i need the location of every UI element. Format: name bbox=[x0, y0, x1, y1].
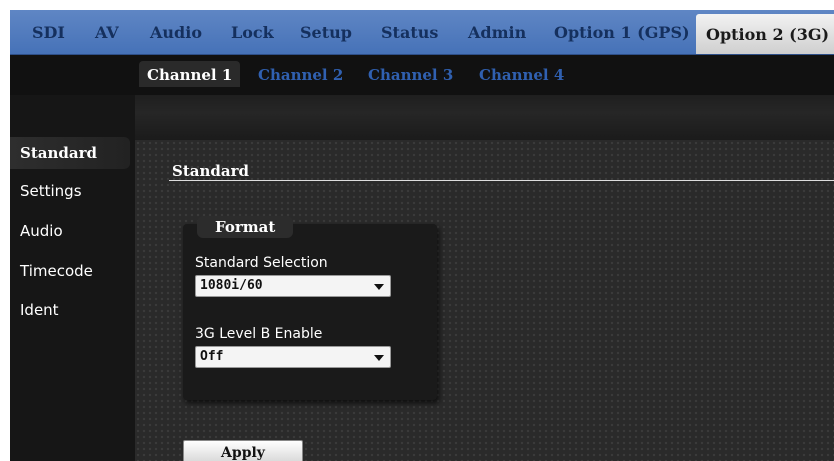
standard-selection-label: Standard Selection bbox=[195, 255, 328, 271]
tab-option-2-3g[interactable]: Option 2 (3G) bbox=[696, 14, 834, 54]
tab-sdi[interactable]: SDI bbox=[32, 10, 65, 54]
apply-button[interactable]: Apply bbox=[183, 440, 303, 461]
tab-channel-4[interactable]: Channel 4 bbox=[479, 61, 564, 87]
tab-audio[interactable]: Audio bbox=[150, 10, 202, 54]
sidebar-item-audio[interactable]: Audio bbox=[10, 215, 130, 247]
tab-channel-2[interactable]: Channel 2 bbox=[258, 61, 343, 87]
channel-nav: Channel 1 Channel 2 Channel 3 Channel 4 bbox=[10, 55, 834, 95]
dropdown-arrow-icon bbox=[374, 355, 384, 361]
tab-channel-3[interactable]: Channel 3 bbox=[368, 61, 453, 87]
sidebar-item-ident[interactable]: Ident bbox=[10, 294, 130, 326]
standard-selection-value: 1080i/60 bbox=[200, 278, 263, 293]
section-title: Standard bbox=[172, 162, 249, 180]
tab-lock[interactable]: Lock bbox=[231, 10, 274, 54]
tab-av[interactable]: AV bbox=[95, 10, 119, 54]
level-b-enable-value: Off bbox=[200, 349, 224, 364]
tab-setup[interactable]: Setup bbox=[300, 10, 352, 54]
format-group: Format Standard Selection 1080i/60 3G Le… bbox=[183, 216, 437, 400]
sidebar-item-standard[interactable]: Standard bbox=[10, 137, 130, 169]
sidebar-item-settings[interactable]: Settings bbox=[10, 175, 130, 207]
tab-status[interactable]: Status bbox=[381, 10, 438, 54]
dropdown-arrow-icon bbox=[374, 284, 384, 290]
format-group-title: Format bbox=[197, 216, 294, 238]
toolbar-strip bbox=[135, 95, 834, 140]
sidebar-item-timecode[interactable]: Timecode bbox=[10, 255, 130, 287]
level-b-enable-label: 3G Level B Enable bbox=[195, 326, 323, 342]
sidebar: Standard Settings Audio Timecode Ident bbox=[10, 135, 134, 461]
top-nav: SDI AV Audio Lock Setup Status Admin Opt… bbox=[10, 10, 834, 55]
app-frame: SDI AV Audio Lock Setup Status Admin Opt… bbox=[10, 10, 834, 461]
level-b-enable-select[interactable]: Off bbox=[195, 346, 391, 368]
content-panel: Standard Format Standard Selection 1080i… bbox=[135, 140, 834, 461]
tab-option-1-gps[interactable]: Option 1 (GPS) bbox=[554, 10, 690, 54]
tab-admin[interactable]: Admin bbox=[468, 10, 526, 54]
tab-channel-1[interactable]: Channel 1 bbox=[139, 61, 241, 87]
section-divider bbox=[169, 180, 834, 181]
standard-selection-select[interactable]: 1080i/60 bbox=[195, 275, 391, 297]
